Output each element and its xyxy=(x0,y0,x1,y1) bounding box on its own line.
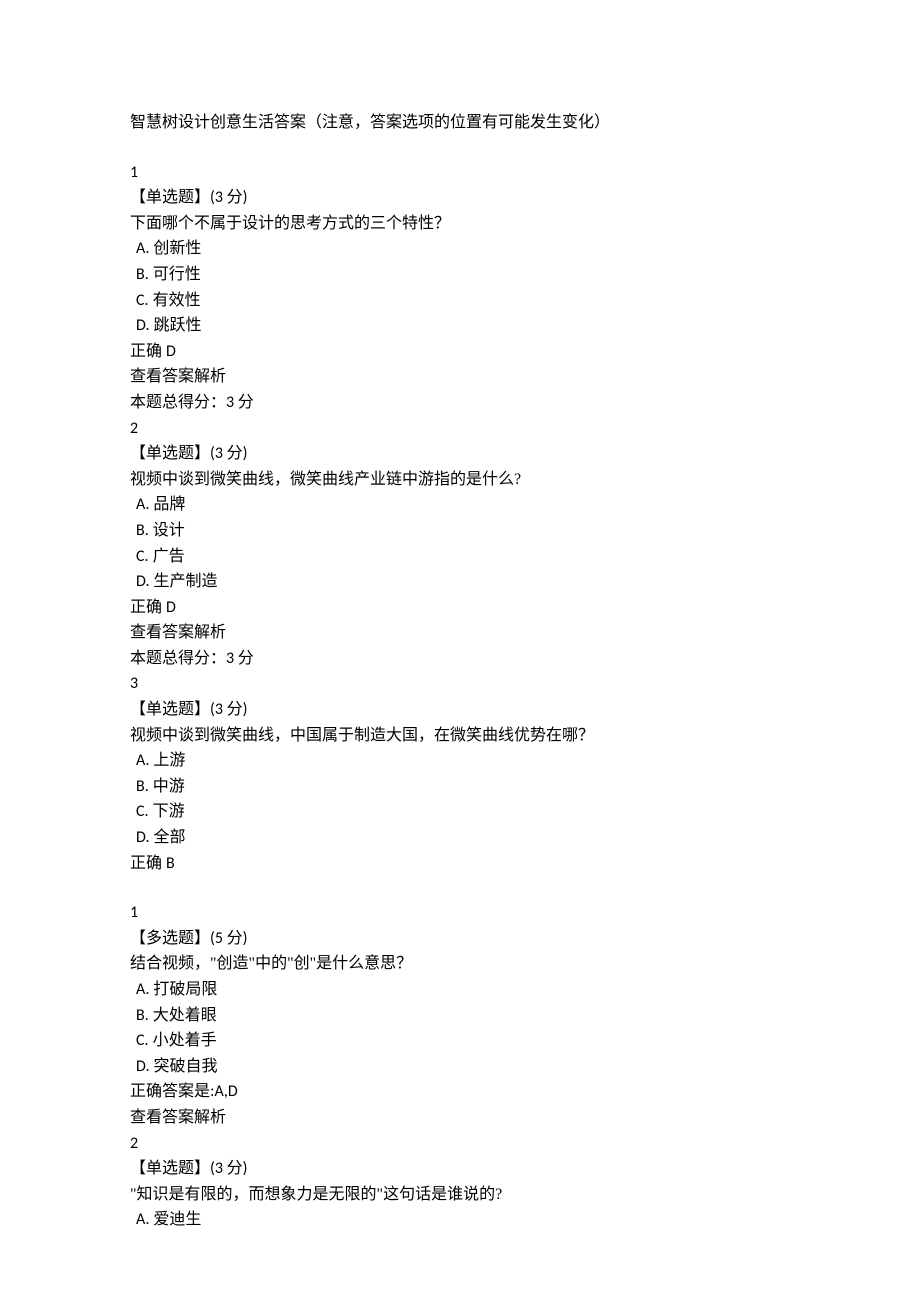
option-letter: D. xyxy=(136,1057,150,1076)
question-points: (3 分) xyxy=(210,444,247,463)
option-letter: A. xyxy=(136,751,149,770)
total-score-label: 本题总得分： xyxy=(130,394,226,411)
view-explanation: 查看答案解析 xyxy=(130,1105,790,1131)
correct-prefix: 正确 xyxy=(130,343,166,360)
correct-prefix: 正确 xyxy=(130,855,166,872)
option-text: 设计 xyxy=(153,522,185,539)
option-text: 有效性 xyxy=(153,292,201,309)
correct-label: 正确答案是: xyxy=(130,1083,214,1100)
question-points: (5 分) xyxy=(210,929,247,948)
correct-answer: A,D xyxy=(214,1082,237,1101)
question-text: 视频中谈到微笑曲线，微笑曲线产业链中游指的是什么? xyxy=(130,467,790,493)
question-number: 1 xyxy=(130,903,138,922)
option-letter: B. xyxy=(136,521,149,540)
option-letter: B. xyxy=(136,265,149,284)
question-number: 2 xyxy=(130,419,138,438)
question-type: 【单选题】 xyxy=(130,189,210,206)
question-text: "知识是有限的，而想象力是无限的"这句话是谁说的? xyxy=(130,1182,790,1208)
option-text: 小处着手 xyxy=(153,1032,217,1049)
question-text: 结合视频，"创造"中的"创"是什么意思？ xyxy=(130,951,790,977)
total-score: 3 分 xyxy=(226,393,254,412)
view-explanation: 查看答案解析 xyxy=(130,364,790,390)
question-type: 【多选题】 xyxy=(130,930,210,947)
total-score-label: 本题总得分： xyxy=(130,650,226,667)
question-points: (3 分) xyxy=(210,188,247,207)
option-letter: C. xyxy=(136,802,149,821)
question-text: 下面哪个不属于设计的思考方式的三个特性？ xyxy=(130,211,790,237)
option-letter: A. xyxy=(136,239,149,258)
question-type: 【单选题】 xyxy=(130,701,210,718)
option-text: 品牌 xyxy=(153,496,185,513)
question-number: 2 xyxy=(130,1134,138,1153)
option-letter: A. xyxy=(136,495,149,514)
option-letter: B. xyxy=(136,1006,149,1025)
option-letter: A. xyxy=(136,980,149,999)
question-type: 【单选题】 xyxy=(130,1160,210,1177)
option-text: 打破局限 xyxy=(153,981,217,998)
option-text: 爱迪生 xyxy=(153,1211,201,1228)
question-number: 3 xyxy=(130,674,138,693)
option-text: 可行性 xyxy=(153,266,201,283)
option-text: 广告 xyxy=(153,548,185,565)
option-text: 跳跃性 xyxy=(154,317,202,334)
option-letter: C. xyxy=(136,547,149,566)
question-number: 1 xyxy=(130,163,138,182)
option-text: 上游 xyxy=(153,752,185,769)
option-text: 下游 xyxy=(153,803,185,820)
question-text: 视频中谈到微笑曲线，中国属于制造大国，在微笑曲线优势在哪？ xyxy=(130,723,790,749)
option-text: 突破自我 xyxy=(154,1058,218,1075)
option-text: 全部 xyxy=(154,829,186,846)
question-type: 【单选题】 xyxy=(130,445,210,462)
question-points: (3 分) xyxy=(210,700,247,719)
correct-answer: D xyxy=(166,598,176,617)
option-letter: D. xyxy=(136,828,150,847)
document-title: 智慧树设计创意生活答案（注意，答案选项的位置有可能发生变化） xyxy=(130,110,790,136)
option-letter: C. xyxy=(136,291,149,310)
option-text: 生产制造 xyxy=(154,573,218,590)
option-letter: D. xyxy=(136,316,150,335)
option-letter: C. xyxy=(136,1031,149,1050)
view-explanation: 查看答案解析 xyxy=(130,620,790,646)
total-score: 3 分 xyxy=(226,649,254,668)
option-text: 创新性 xyxy=(153,240,201,257)
question-points: (3 分) xyxy=(210,1159,247,1178)
option-text: 大处着眼 xyxy=(153,1007,217,1024)
option-letter: B. xyxy=(136,777,149,796)
correct-answer: D xyxy=(166,342,176,361)
correct-answer: B xyxy=(166,854,175,873)
option-letter: D. xyxy=(136,572,150,591)
option-text: 中游 xyxy=(153,778,185,795)
correct-prefix: 正确 xyxy=(130,599,166,616)
option-letter: A. xyxy=(136,1210,149,1229)
